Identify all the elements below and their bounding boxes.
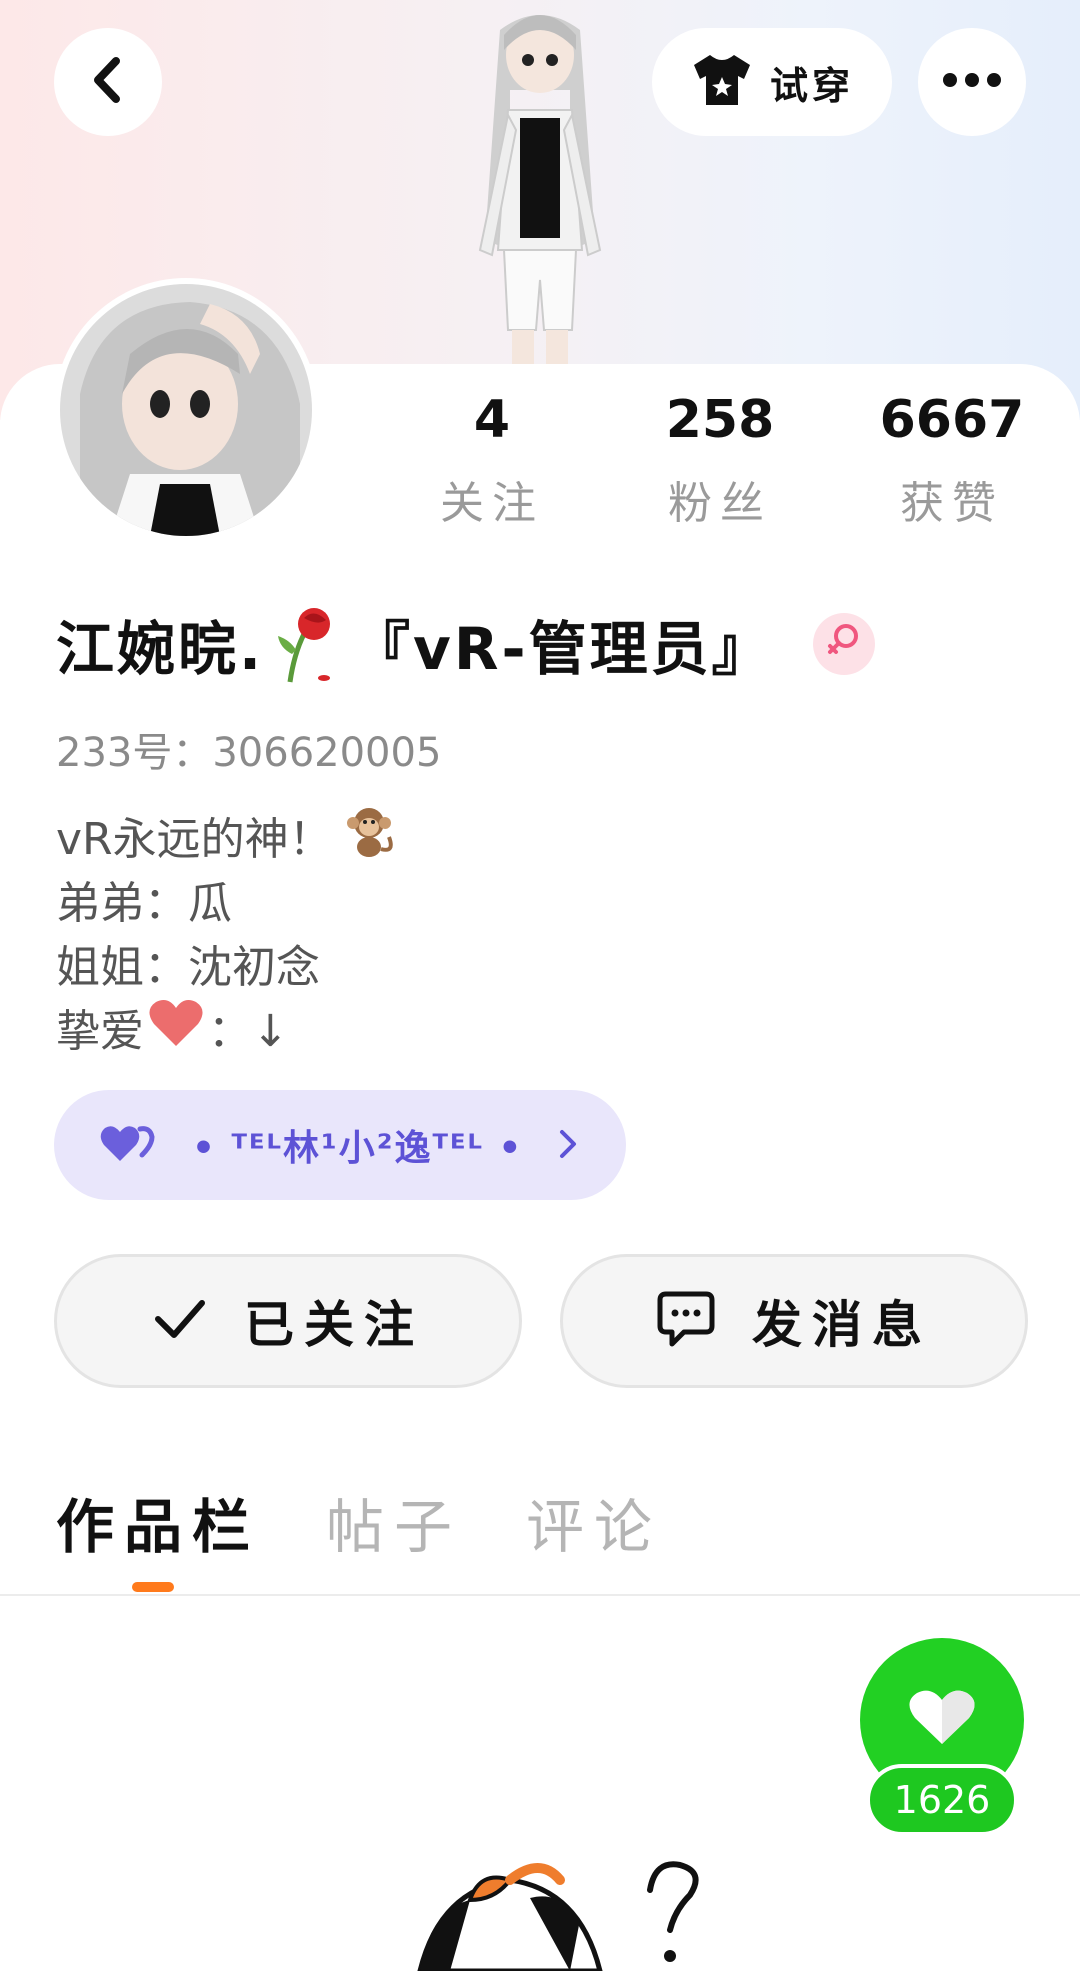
nickname: 江婉晥. — [56, 615, 265, 683]
chat-bubble-icon — [656, 1290, 716, 1352]
following-button[interactable]: 已关注 — [54, 1254, 522, 1388]
chevron-left-icon — [88, 55, 128, 109]
back-button[interactable] — [54, 28, 162, 136]
followers-label: 粉丝 — [668, 478, 772, 529]
heart-icon — [907, 1688, 977, 1752]
bio-text: vR永远的神！ — [56, 814, 333, 865]
send-message-button[interactable]: 发消息 — [560, 1254, 1028, 1388]
send-message-label: 发消息 — [752, 1296, 932, 1354]
stat-following[interactable]: 4 关注 — [392, 388, 592, 536]
bio-text: 挚爱 — [56, 1006, 144, 1057]
monkey-emoji-icon — [343, 803, 397, 877]
bio-line: 弟弟：瓜 — [56, 872, 397, 936]
bio-line: vR永远的神！ — [56, 808, 397, 872]
female-icon — [826, 622, 862, 666]
followers-count: 258 — [665, 390, 775, 450]
like-fab[interactable]: 1626 — [860, 1638, 1024, 1836]
bio-text: 姐姐：沈初念 — [56, 942, 320, 993]
like-count: 1626 — [866, 1764, 1018, 1836]
following-button-label: 已关注 — [244, 1296, 424, 1354]
bio-line: 姐姐：沈初念 — [56, 936, 397, 1000]
user-id-value: 306620005 — [212, 730, 442, 776]
bio-text: 弟弟：瓜 — [56, 878, 232, 929]
stat-followers[interactable]: 258 粉丝 — [620, 388, 820, 536]
gender-badge — [812, 613, 875, 675]
more-dots-icon — [942, 72, 1002, 92]
couple-name: • ᵀᴱᴸ林¹小²逸ᵀᴱᴸ • — [192, 1128, 524, 1169]
more-options-button[interactable] — [918, 28, 1026, 136]
following-count: 4 — [473, 390, 511, 450]
chevron-right-icon — [556, 1124, 580, 1168]
tab-works[interactable]: 作品栏 — [56, 1480, 260, 1564]
tab-posts[interactable]: 帖子 — [326, 1480, 462, 1564]
avatar-3d-figure[interactable] — [420, 0, 660, 370]
bio: vR永远的神！ 弟弟：瓜 姐姐：沈初念 挚爱 ：↓ — [56, 808, 397, 1064]
bio-text: ：↓ — [208, 1006, 289, 1057]
wilted-rose-icon — [274, 604, 342, 684]
nickname-row: 江婉晥. 『vR-管理员』 — [56, 596, 875, 692]
try-on-button[interactable]: 试穿 — [652, 28, 892, 136]
user-id-label: 233号： — [56, 730, 213, 776]
nickname-title: 『vR-管理员』 — [352, 615, 773, 683]
active-tab-indicator — [132, 1582, 174, 1592]
try-on-label: 试穿 — [769, 63, 854, 108]
bio-line: 挚爱 ：↓ — [56, 1000, 397, 1064]
tab-comments[interactable]: 评论 — [526, 1480, 662, 1564]
checkmark-icon — [152, 1297, 208, 1345]
likes-count: 6667 — [879, 390, 1025, 450]
double-heart-icon — [100, 1123, 156, 1167]
tabs-divider — [0, 1594, 1080, 1596]
following-label: 关注 — [440, 478, 544, 529]
avatar[interactable] — [54, 278, 318, 542]
likes-label: 获赞 — [900, 478, 1004, 529]
couple-link[interactable]: • ᵀᴱᴸ林¹小²逸ᵀᴱᴸ • — [54, 1090, 626, 1200]
tshirt-icon — [690, 51, 754, 113]
work-thumbnail[interactable] — [380, 1860, 760, 1971]
red-heart-icon — [148, 998, 204, 1066]
stat-likes[interactable]: 6667 获赞 — [852, 388, 1052, 536]
user-id[interactable]: 233号：306620005 — [56, 720, 441, 778]
